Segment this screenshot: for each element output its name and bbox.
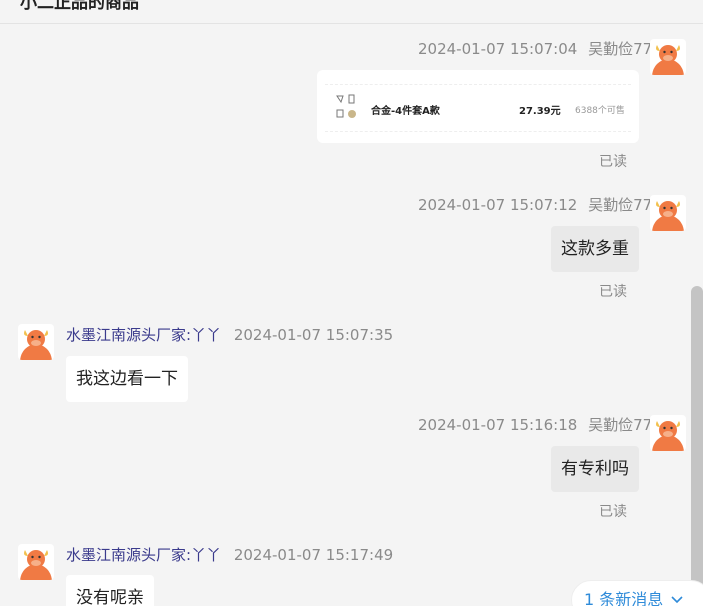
product-sold-count: 6388个可售 — [575, 106, 625, 116]
product-thumbnail — [335, 94, 363, 122]
message-bubble[interactable]: 我这边看一下 — [66, 356, 188, 402]
message-time: 2024-01-07 15:17:49 — [233, 546, 394, 564]
product-card[interactable]: 合金-4件套A款 27.39元 6388个可售 — [317, 70, 639, 143]
message-meta: 水墨江南源头厂家:丫丫 2024-01-07 15:07:35 — [66, 324, 393, 345]
message-meta: 2024-01-07 15:07:12 吴勤俭77 — [418, 194, 652, 215]
read-status: 已读 — [599, 284, 627, 300]
cow-avatar-icon[interactable] — [18, 544, 54, 580]
message-sender: 吴勤俭77 — [588, 40, 653, 58]
chat-title: 小二正品的商品 — [20, 0, 139, 13]
cow-avatar-icon[interactable] — [650, 195, 686, 231]
scrollbar-thumb[interactable] — [691, 286, 703, 606]
chevron-down-icon — [670, 581, 684, 606]
new-message-button[interactable]: 1 条新消息 — [571, 580, 703, 606]
message-meta: 2024-01-07 15:16:18 吴勤俭77 — [418, 414, 652, 435]
message-sender: 吴勤俭77 — [588, 196, 653, 214]
message-time: 2024-01-07 15:07:12 — [418, 196, 578, 214]
message-time: 2024-01-07 15:16:18 — [418, 416, 578, 434]
read-status: 已读 — [599, 504, 627, 520]
product-name: 合金-4件套A款 — [371, 106, 440, 117]
message-sender: 水墨江南源头厂家:丫丫 — [66, 546, 222, 564]
message-bubble[interactable]: 有专利吗 — [551, 446, 639, 492]
read-status: 已读 — [599, 154, 627, 170]
message-time: 2024-01-07 15:07:04 — [418, 40, 578, 58]
message-time: 2024-01-07 15:07:35 — [233, 326, 394, 344]
message-bubble[interactable]: 这款多重 — [551, 226, 639, 272]
message-meta: 2024-01-07 15:07:04 吴勤俭77 — [418, 38, 652, 59]
message-sender: 吴勤俭77 — [588, 416, 653, 434]
chat-header: 小二正品的商品 — [0, 0, 703, 24]
message-meta: 水墨江南源头厂家:丫丫 2024-01-07 15:17:49 — [66, 544, 393, 565]
new-message-label: 1 条新消息 — [584, 590, 664, 606]
cow-avatar-icon[interactable] — [650, 415, 686, 451]
product-price: 27.39元 — [519, 106, 561, 117]
message-bubble[interactable]: 没有呢亲 — [66, 575, 154, 606]
cow-avatar-icon[interactable] — [18, 324, 54, 360]
message-sender: 水墨江南源头厂家:丫丫 — [66, 326, 222, 344]
cow-avatar-icon[interactable] — [650, 39, 686, 75]
